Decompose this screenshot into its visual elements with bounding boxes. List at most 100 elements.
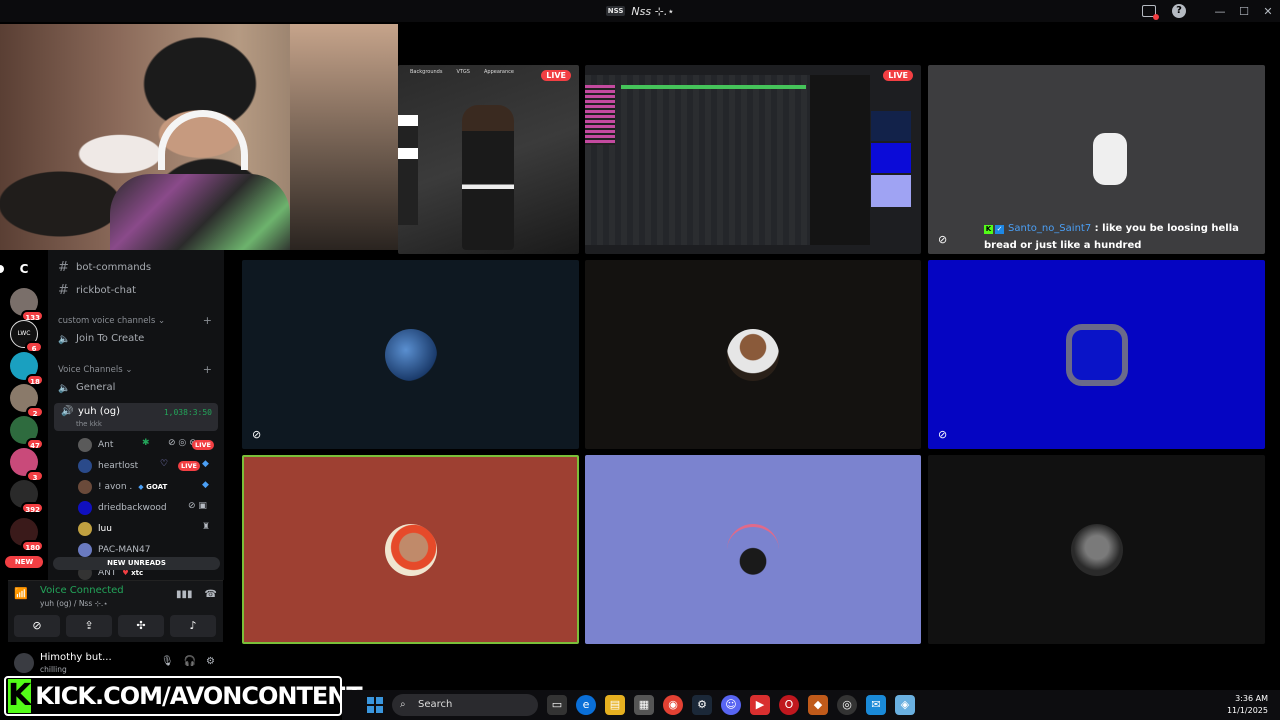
stream-tile-daw[interactable]: LIVE bbox=[585, 65, 921, 254]
windows-start-icon[interactable] bbox=[367, 697, 383, 713]
taskbar-search[interactable]: ⌕ Search bbox=[392, 694, 538, 716]
brave-icon[interactable]: ◆ bbox=[808, 695, 828, 715]
kick-badge-icon: K bbox=[984, 225, 993, 234]
server-3[interactable]: 18 bbox=[10, 352, 44, 386]
participant-tile[interactable]: ⊘ K ✓ Santo_no_Saint7 : like you be loosin… bbox=[928, 65, 1265, 254]
microphone-icon[interactable]: 🎙 bbox=[161, 656, 174, 667]
add-channel-icon[interactable]: + bbox=[203, 363, 212, 376]
avatar bbox=[78, 438, 92, 452]
goat-tag: ◆ GOAT bbox=[138, 483, 168, 491]
channel-rickbot-chat[interactable]: # rickbot-chat bbox=[58, 283, 136, 298]
headphones-icon bbox=[158, 110, 248, 170]
chrome-icon[interactable]: ◉ bbox=[663, 695, 683, 715]
channel-general[interactable]: 🔈 General bbox=[58, 382, 116, 394]
disconnect-icon[interactable]: ☎ bbox=[205, 589, 217, 600]
new-badge[interactable]: NEW bbox=[5, 556, 43, 568]
activities-button[interactable]: ✣ bbox=[118, 615, 164, 637]
user-status: chilling bbox=[40, 665, 67, 674]
maximize-button[interactable]: ☐ bbox=[1232, 5, 1256, 18]
category-custom-voice[interactable]: custom voice channels ⌄ bbox=[58, 316, 165, 326]
server-4[interactable]: 2 bbox=[10, 384, 44, 418]
voice-connected-panel: 📶 Voice Connected yuh (og) / Nss ⊹.⋆ ▮▮▮… bbox=[8, 580, 223, 642]
voice-member[interactable]: ! avon . ◆ GOAT ◆ bbox=[78, 478, 218, 496]
server-7[interactable]: 392 bbox=[10, 480, 44, 514]
channel-name: Join To Create bbox=[76, 333, 145, 344]
kick-url: KICK.COM/AVONCONTENT bbox=[35, 682, 362, 710]
voice-channel-active[interactable]: 🔊 yuh (og) the kkk 1,038:3:50 bbox=[54, 403, 218, 431]
edge-icon[interactable]: e bbox=[576, 695, 596, 715]
soundboard-button[interactable]: ♪ bbox=[170, 615, 216, 637]
server-lwc[interactable]: LWC 6 bbox=[10, 320, 43, 353]
stream-tile-game[interactable]: Backgrounds VTGS Appearance LIVE bbox=[398, 65, 579, 254]
obs-icon[interactable]: ◎ bbox=[837, 695, 857, 715]
avatar bbox=[1093, 133, 1127, 185]
kick-logo: K bbox=[8, 678, 32, 713]
app-icon[interactable]: ✉ bbox=[866, 695, 886, 715]
member-name: heartlost bbox=[98, 461, 139, 471]
system-clock[interactable]: 3:36 AM 11/1/2025 bbox=[1227, 693, 1268, 717]
server-5[interactable]: 47 bbox=[10, 416, 44, 450]
muted-icon: ⊘ bbox=[252, 428, 262, 441]
mini-tile bbox=[871, 175, 911, 207]
task-view-icon[interactable]: ▭ bbox=[547, 695, 567, 715]
avatar bbox=[727, 523, 779, 576]
category-voice-channels[interactable]: Voice Channels ⌄ bbox=[58, 365, 132, 375]
new-unreads-pill[interactable]: NEW UNREADS bbox=[53, 557, 220, 570]
avatar[interactable] bbox=[14, 653, 34, 673]
voice-member[interactable]: driedbackwood ⊘ ▣ bbox=[78, 499, 218, 517]
file-explorer-icon[interactable]: ▤ bbox=[605, 695, 625, 715]
app-icon[interactable]: ▶ bbox=[750, 695, 770, 715]
clock-date: 11/1/2025 bbox=[1226, 706, 1268, 715]
voice-member[interactable]: heartlost ♡ LIVE ◆ bbox=[78, 457, 218, 475]
add-channel-icon[interactable]: + bbox=[203, 314, 212, 327]
participant-tile[interactable] bbox=[585, 260, 921, 449]
minimize-button[interactable]: — bbox=[1208, 5, 1232, 18]
headphones-icon[interactable]: 🎧 bbox=[184, 656, 196, 667]
participant-tile[interactable] bbox=[585, 455, 921, 644]
inbox-icon[interactable] bbox=[1142, 5, 1159, 20]
voice-status[interactable]: Voice Connected bbox=[40, 585, 124, 596]
opera-icon[interactable]: O bbox=[779, 695, 799, 715]
close-button[interactable]: ✕ bbox=[1256, 5, 1280, 18]
channel-name: bot-commands bbox=[76, 262, 152, 273]
server-1[interactable]: 133 bbox=[10, 288, 44, 322]
window-title-text: Nss ⊹.⋆ bbox=[631, 4, 675, 18]
camera-off-button[interactable]: ⊘ bbox=[14, 615, 60, 637]
chat-overlay: K ✓ Santo_no_Saint7 : like you be loosing … bbox=[984, 220, 1265, 254]
username[interactable]: Himothy but... bbox=[40, 652, 112, 663]
channel-join-to-create[interactable]: 🔈 Join To Create bbox=[58, 333, 145, 345]
discord-icon[interactable]: ☺ bbox=[721, 695, 741, 715]
member-name: PAC-MAN47 bbox=[98, 545, 151, 555]
gem-icon: ◆ bbox=[202, 459, 209, 469]
participant-tile[interactable] bbox=[928, 455, 1265, 644]
server-8[interactable]: 180 bbox=[10, 518, 44, 552]
store-icon[interactable]: ▦ bbox=[634, 695, 654, 715]
voice-member[interactable]: Ant ✱ ⊘ ◎ ⊗ LIVE bbox=[78, 436, 218, 454]
screen-share-button[interactable]: ⇪ bbox=[66, 615, 112, 637]
participant-tile-speaking[interactable] bbox=[242, 455, 579, 644]
server-current[interactable]: C bbox=[10, 255, 38, 283]
avatar bbox=[1065, 323, 1128, 386]
app-icon[interactable]: ◈ bbox=[895, 695, 915, 715]
channel-name: General bbox=[76, 382, 116, 393]
speaker-icon: 🔈 bbox=[58, 333, 71, 345]
daw-window bbox=[585, 75, 810, 245]
mention-count: 392 bbox=[21, 502, 44, 514]
gear-icon[interactable]: ⚙ bbox=[206, 656, 215, 667]
voice-member[interactable]: luu ♜ bbox=[78, 520, 218, 538]
mute-icon: ⊘ ▣ bbox=[188, 501, 207, 511]
voice-location[interactable]: yuh (og) / Nss ⊹.⋆ bbox=[40, 599, 108, 608]
participant-tile[interactable]: ⊘ bbox=[242, 260, 579, 449]
server-6[interactable]: 3 bbox=[10, 448, 44, 482]
channel-bot-commands[interactable]: # bot-commands bbox=[58, 260, 151, 275]
member-name: ! avon . bbox=[98, 482, 133, 492]
avatar bbox=[384, 523, 437, 576]
live-badge: LIVE bbox=[191, 440, 214, 450]
steam-icon[interactable]: ⚙ bbox=[692, 695, 712, 715]
noise-suppression-icon[interactable]: ▮▮▮ bbox=[176, 589, 193, 600]
participant-tile[interactable]: ⊘ bbox=[928, 260, 1265, 449]
nitro-icon: ✱ bbox=[142, 438, 150, 448]
help-icon[interactable]: ? bbox=[1172, 4, 1186, 18]
taskbar: ⌕ Search ▭ e ▤ ▦ ◉ ⚙ ☺ ▶ O ◆ ◎ ✉ ◈ 3:36 … bbox=[342, 690, 1280, 720]
gem-icon: ◆ bbox=[202, 480, 209, 490]
